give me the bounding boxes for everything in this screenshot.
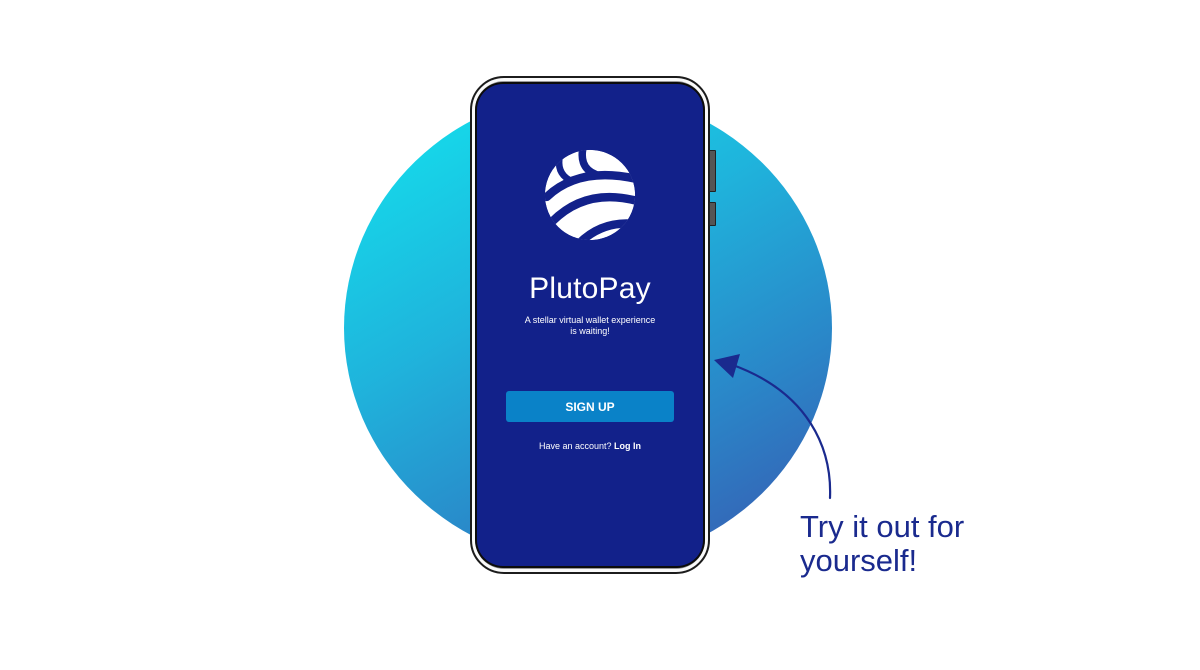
- callout-line-2: yourself!: [800, 543, 918, 578]
- log-in-link[interactable]: Log In: [614, 441, 641, 451]
- phone-screen: PlutoPay A stellar virtual wallet experi…: [477, 84, 703, 566]
- promo-stage: PlutoPay A stellar virtual wallet experi…: [0, 0, 1200, 670]
- phone-side-button-volume: [709, 150, 716, 192]
- tagline-line-1: A stellar virtual wallet experience: [524, 315, 656, 325]
- account-prompt-text: Have an account?: [538, 441, 612, 451]
- app-name: PlutoPay: [529, 272, 651, 305]
- app-tagline: A stellar virtual wallet experience is w…: [507, 315, 673, 337]
- tagline-line-2: is waiting!: [570, 326, 610, 336]
- callout-text: Try it out for yourself!: [800, 510, 1060, 578]
- login-prompt: Have an account? Log In: [477, 441, 703, 451]
- curved-arrow-icon: [714, 354, 832, 500]
- callout-line-1: Try it out for: [800, 509, 965, 544]
- sign-up-button[interactable]: SIGN UP: [506, 391, 674, 422]
- phone-side-button-power: [709, 202, 716, 226]
- plutopay-logo-icon: [544, 149, 636, 241]
